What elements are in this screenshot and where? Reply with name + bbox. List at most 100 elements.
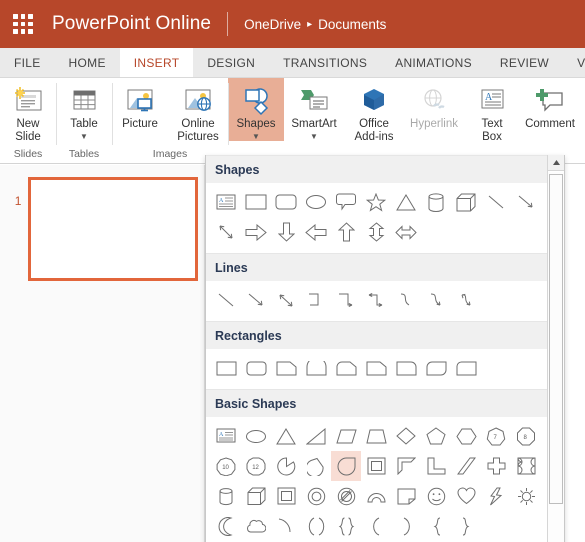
elbow-connector-shape[interactable] [301,285,331,315]
smartart-button[interactable]: SmartArt ▼ [284,78,344,141]
basic-cloud-shape[interactable] [241,511,271,541]
basic-folded-corner-shape[interactable] [391,481,421,511]
basic-no-symbol-shape[interactable] [331,481,361,511]
curved-arrow-connector-shape[interactable] [421,285,451,315]
curved-double-arrow-connector-shape[interactable] [451,285,481,315]
shape-rectangle[interactable] [241,187,271,217]
basic-right-triangle-shape[interactable] [301,421,331,451]
line-shape[interactable] [211,285,241,315]
basic-moon-shape[interactable] [211,511,241,541]
slide-list-item[interactable]: 1 [0,165,204,281]
shape-cylinder[interactable] [421,187,451,217]
slide-thumbnail[interactable] [28,177,198,281]
elbow-arrow-connector-shape[interactable] [331,285,361,315]
curved-connector-shape[interactable] [391,285,421,315]
basic-right-brace-shape[interactable] [451,511,481,541]
shape-speech-bubble[interactable] [331,187,361,217]
shape-cube[interactable] [451,187,481,217]
new-slide-button[interactable]: New Slide [0,78,56,144]
double-arrow-shape[interactable] [271,285,301,315]
rect-round-same-side-corner-shape[interactable] [301,353,331,383]
picture-button[interactable]: Picture [112,78,168,131]
tab-view[interactable]: VIEW [563,48,585,77]
basic-cross-shape[interactable] [481,451,511,481]
basic-oval-shape[interactable] [241,421,271,451]
basic-heart-shape[interactable] [451,481,481,511]
rect-round-single-corner-shape[interactable] [391,353,421,383]
basic-sun-shape[interactable] [511,481,541,511]
shape-up-arrow[interactable] [331,217,361,247]
shape-star[interactable] [361,187,391,217]
basic-double-brace-shape[interactable] [331,511,361,541]
smartart-dropdown-caret-icon[interactable]: ▼ [310,132,318,141]
basic-teardrop-shape[interactable] [331,451,361,481]
table-button[interactable]: Table ▼ [56,78,112,141]
rect-snip-single-corner-shape[interactable] [271,353,301,383]
basic-diagonal-stripe-shape[interactable] [451,451,481,481]
tab-design[interactable]: DESIGN [193,48,269,77]
basic-block-arc-shape[interactable] [361,481,391,511]
breadcrumb-onedrive[interactable]: OneDrive [244,17,301,32]
tab-transitions[interactable]: TRANSITIONS [269,48,381,77]
basic-l-shape[interactable] [421,451,451,481]
basic-left-brace-shape[interactable] [421,511,451,541]
rect-plain-shape[interactable] [211,353,241,383]
breadcrumb-documents[interactable]: Documents [318,17,386,32]
shape-up-down-arrow[interactable] [361,217,391,247]
shape-oval[interactable] [301,187,331,217]
basic-smiley-face-shape[interactable] [421,481,451,511]
basic-half-frame-shape[interactable] [391,451,421,481]
basic-lightning-bolt-shape[interactable] [481,481,511,511]
basic-diamond-shape[interactable] [391,421,421,451]
gallery-scrollbar[interactable] [547,155,564,542]
basic-dodecagon-shape[interactable]: 12 [241,451,271,481]
scrollbar-thumb[interactable] [549,174,563,504]
scroll-up-button[interactable] [548,155,564,171]
rect-round-diagonal-corner-shape[interactable] [421,353,451,383]
basic-pie-shape[interactable] [271,451,301,481]
tab-insert[interactable]: INSERT [119,48,194,77]
basic-trapezoid-shape[interactable] [361,421,391,451]
shapes-button[interactable]: Shapes ▼ [228,78,284,141]
shapes-dropdown-caret-icon[interactable]: ▼ [252,132,260,141]
tab-animations[interactable]: ANIMATIONS [381,48,486,77]
tab-home[interactable]: HOME [55,48,120,77]
shape-right-arrow[interactable] [241,217,271,247]
text-box-button[interactable]: A Text Box [464,78,520,144]
shape-left-right-arrow[interactable] [391,217,421,247]
basic-cylinder-shape[interactable] [211,481,241,511]
shape-text-box[interactable]: A [211,187,241,217]
basic-text-box-shape[interactable]: A [211,421,241,451]
basic-isosceles-triangle-shape[interactable] [271,421,301,451]
rect-snip-same-side-corner-shape[interactable] [451,353,481,383]
basic-pentagon-shape[interactable] [421,421,451,451]
shape-triangle[interactable] [391,187,421,217]
tab-review[interactable]: REVIEW [486,48,563,77]
basic-cube-shape[interactable] [241,481,271,511]
shape-line-arrow[interactable] [511,187,541,217]
scrollbar-track[interactable] [548,172,564,542]
basic-frame-shape[interactable] [361,451,391,481]
shape-double-arrow[interactable] [211,217,241,247]
basic-parallelogram-shape[interactable] [331,421,361,451]
basic-octagon-shape[interactable]: 8 [511,421,541,451]
table-dropdown-caret-icon[interactable]: ▼ [80,132,88,141]
basic-left-bracket-shape[interactable] [361,511,391,541]
basic-donut-shape[interactable] [301,481,331,511]
rect-snip-round-single-corner-shape[interactable] [331,353,361,383]
shape-left-arrow[interactable] [301,217,331,247]
basic-arc-shape[interactable] [271,511,301,541]
basic-chord-shape[interactable] [301,451,331,481]
basic-heptagon-shape[interactable]: 7 [481,421,511,451]
basic-double-bracket-shape[interactable] [301,511,331,541]
basic-decagon-shape[interactable]: 10 [211,451,241,481]
basic-hexagon-shape[interactable] [451,421,481,451]
shape-line[interactable] [481,187,511,217]
tab-file[interactable]: FILE [0,48,55,77]
comment-button[interactable]: Comment [520,78,580,131]
shape-down-arrow[interactable] [271,217,301,247]
basic-right-bracket-shape[interactable] [391,511,421,541]
office-addins-button[interactable]: Office Add-ins [344,78,404,144]
online-pictures-button[interactable]: Online Pictures [168,78,228,144]
rect-snip-diagonal-corner-shape[interactable] [361,353,391,383]
